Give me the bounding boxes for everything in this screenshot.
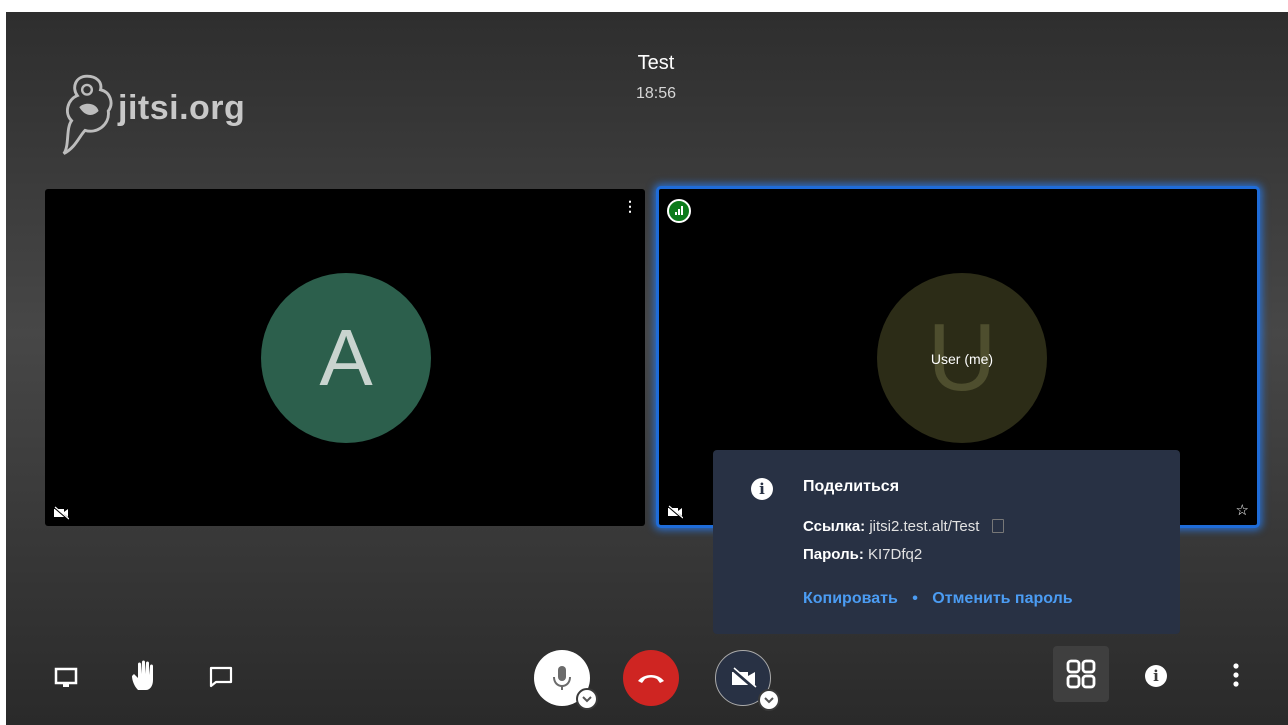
camera-off-icon [667, 505, 683, 519]
more-icon [1233, 663, 1239, 687]
link-label: Ссылка: [803, 518, 866, 535]
link-value[interactable]: jitsi2.test.alt/Test [869, 518, 979, 535]
conference-title: Test [637, 52, 675, 74]
jitsi-logo[interactable]: jitsi.org [58, 62, 245, 162]
hangup-button[interactable] [623, 650, 679, 706]
link-row: Ссылка: jitsi2.test.alt/Test [803, 518, 1004, 535]
hangup-icon [638, 675, 664, 683]
participant-tile-a[interactable]: A ⋮ [45, 189, 645, 526]
popup-actions: Копировать • Отменить пароль [803, 590, 1073, 608]
camera-off-icon [53, 506, 69, 520]
participant-name: User (me) [930, 351, 994, 367]
camera-button[interactable] [715, 650, 780, 711]
microphone-icon [553, 666, 571, 690]
conference-header: Test 18:56 [566, 52, 746, 103]
popup-title: Поделиться [803, 478, 900, 495]
raise-hand-button[interactable] [126, 658, 162, 694]
copy-icon[interactable] [991, 519, 1004, 533]
raise-hand-icon [132, 660, 153, 690]
screen-share-button[interactable] [50, 662, 82, 694]
chevron-down-icon [764, 697, 774, 704]
copy-link-button[interactable]: Копировать [803, 590, 898, 607]
more-options-icon[interactable]: ⋮ [623, 199, 637, 213]
star-icon: ☆ [1235, 502, 1249, 519]
share-info-popup: i Поделиться Ссылка: jitsi2.test.alt/Tes… [713, 450, 1180, 634]
info-icon: i [1145, 665, 1167, 687]
password-row: Пароль: KI7Dfq2 [803, 546, 922, 563]
conference-timer: 18:56 [635, 85, 677, 102]
cancel-password-button[interactable]: Отменить пароль [932, 590, 1072, 607]
tile-view-icon [1066, 659, 1096, 689]
logo-text: jitsi.org [118, 88, 246, 127]
jitsi-logo-icon [62, 74, 113, 155]
info-button[interactable]: i [1142, 662, 1170, 690]
connection-status-icon[interactable] [667, 199, 691, 223]
password-label: Пароль: [803, 546, 864, 563]
tile-view-button[interactable] [1053, 646, 1109, 702]
desktop-icon [54, 667, 78, 687]
password-value: KI7Dfq2 [868, 546, 923, 563]
chat-icon [209, 666, 233, 688]
conference-stage: jitsi.org Test 18:56 A ⋮ U User (me) ☆ i… [6, 12, 1288, 725]
microphone-options-button[interactable] [576, 688, 598, 710]
chat-button[interactable] [204, 660, 238, 694]
chevron-down-icon [582, 696, 592, 703]
camera-off-icon [731, 667, 757, 689]
more-actions-button[interactable] [1224, 658, 1248, 692]
separator-dot: • [912, 590, 918, 607]
camera-options-button[interactable] [758, 689, 780, 711]
microphone-button[interactable] [534, 650, 598, 710]
info-icon: i [751, 478, 773, 500]
avatar: A [261, 273, 431, 443]
